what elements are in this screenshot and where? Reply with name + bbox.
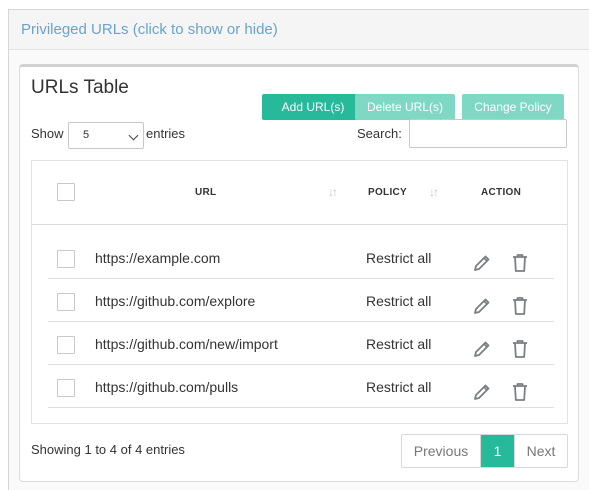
pencil-icon[interactable] xyxy=(472,339,492,359)
urls-table-card: URLs Table Add URL(s) Delete URL(s) Chan… xyxy=(19,64,579,482)
table-header: URL ↓↑ POLICY ↓↑ ACTION xyxy=(32,161,567,225)
column-header-url[interactable]: URL xyxy=(195,187,216,198)
panel-header[interactable]: Privileged URLs (click to show or hide) xyxy=(9,10,589,50)
row-checkbox[interactable] xyxy=(57,293,75,311)
sort-icon[interactable]: ↓↑ xyxy=(429,185,439,199)
row-checkbox[interactable] xyxy=(57,379,75,397)
change-policy-button[interactable]: Change Policy xyxy=(462,94,564,120)
table-row: https://github.com/explore Restrict all xyxy=(48,279,554,322)
pagination: Previous 1 Next xyxy=(401,434,568,468)
pencil-icon[interactable] xyxy=(472,253,492,273)
policy-cell: Restrict all xyxy=(366,336,432,352)
next-page-button[interactable]: Next xyxy=(514,435,567,467)
trash-icon[interactable] xyxy=(511,296,529,316)
search-label: Search: xyxy=(357,126,402,141)
column-header-policy[interactable]: POLICY xyxy=(368,187,407,198)
policy-cell: Restrict all xyxy=(366,250,432,266)
select-all-checkbox[interactable] xyxy=(57,183,75,201)
column-header-action: ACTION xyxy=(481,187,522,198)
trash-icon[interactable] xyxy=(511,253,529,273)
url-cell: https://github.com/pulls xyxy=(95,379,239,395)
entries-per-page-select[interactable]: 5 xyxy=(68,122,144,149)
row-checkbox[interactable] xyxy=(57,250,75,268)
policy-cell: Restrict all xyxy=(366,379,432,395)
privileged-urls-panel: Privileged URLs (click to show or hide) … xyxy=(8,9,589,490)
chevron-down-icon xyxy=(128,130,139,141)
urls-table: URL ↓↑ POLICY ↓↑ ACTION https://example.… xyxy=(31,160,568,424)
row-checkbox[interactable] xyxy=(57,336,75,354)
show-label: Show xyxy=(31,126,64,141)
url-cell: https://github.com/new/import xyxy=(95,336,278,352)
add-url-button[interactable]: Add URL(s) xyxy=(262,94,364,120)
table-row: https://example.com Restrict all xyxy=(48,236,554,279)
table-row: https://github.com/new/import Restrict a… xyxy=(48,322,554,365)
policy-cell: Restrict all xyxy=(366,293,432,309)
search-input[interactable] xyxy=(409,119,567,148)
pencil-icon[interactable] xyxy=(472,382,492,402)
entries-per-page-value: 5 xyxy=(83,129,90,141)
sort-icon[interactable]: ↓↑ xyxy=(328,185,338,199)
trash-icon[interactable] xyxy=(511,382,529,402)
entries-label: entries xyxy=(146,126,186,141)
table-info: Showing 1 to 4 of 4 entries xyxy=(31,442,185,457)
card-title: URLs Table xyxy=(31,77,129,98)
delete-url-button[interactable]: Delete URL(s) xyxy=(355,94,455,120)
table-row: https://github.com/pulls Restrict all xyxy=(48,365,554,408)
url-cell: https://example.com xyxy=(95,250,221,266)
panel-toggle-title[interactable]: Privileged URLs (click to show or hide) xyxy=(21,21,278,38)
url-cell: https://github.com/explore xyxy=(95,293,256,309)
previous-page-button[interactable]: Previous xyxy=(402,435,481,467)
pencil-icon[interactable] xyxy=(472,296,492,316)
page-1-button[interactable]: 1 xyxy=(481,435,514,467)
trash-icon[interactable] xyxy=(511,339,529,359)
